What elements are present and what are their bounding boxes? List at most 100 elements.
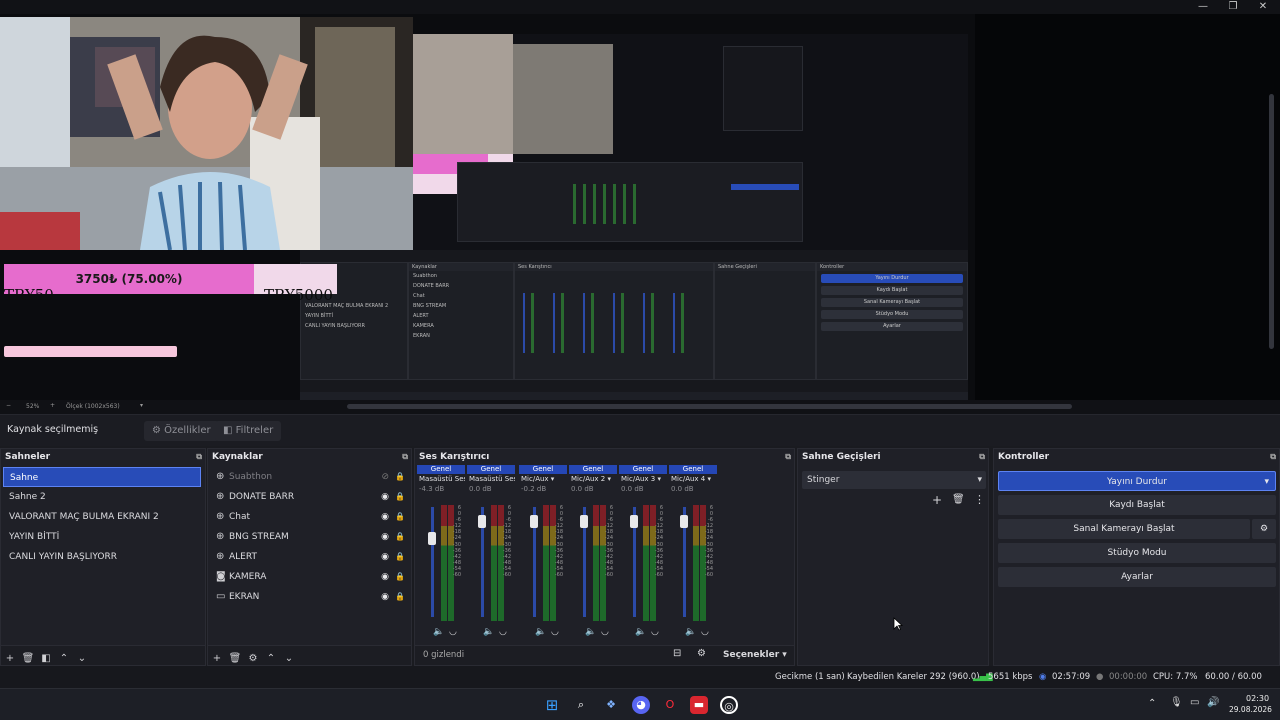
filters-button[interactable]: ◧ Filtreler (215, 421, 282, 441)
obs-icon[interactable]: ◎ (720, 696, 738, 714)
discord-icon[interactable]: ◕ (632, 696, 650, 714)
monitor-headphone-icon[interactable]: ◡ (499, 627, 507, 637)
search-icon[interactable]: ⌕ (572, 696, 590, 714)
undock-icon[interactable]: ⧉ (979, 449, 985, 465)
preview-scrollbar-vertical[interactable] (1269, 94, 1274, 349)
clock-date[interactable]: 29.08.2026 (1229, 705, 1272, 714)
studio-mode-button[interactable]: Stüdyo Modu (998, 543, 1276, 563)
scale-label[interactable]: Ölçek (1002x563) (66, 403, 120, 410)
undock-icon[interactable]: ⧉ (785, 449, 791, 465)
source-item-kamera[interactable]: ◙ KAMERA ◉ 🔒 (208, 567, 411, 587)
mute-icon[interactable]: 🔈 (635, 627, 646, 637)
monitor-headphone-icon[interactable]: ◡ (651, 627, 659, 637)
volume-slider-handle[interactable] (478, 515, 486, 528)
source-item-alert[interactable]: ⊕ ALERT ◉ 🔒 (208, 547, 411, 567)
channel-name[interactable]: Mic/Aux 2 ▾ (569, 474, 617, 485)
eye-icon[interactable]: ◉ (381, 567, 389, 587)
mute-icon[interactable]: 🔈 (685, 627, 696, 637)
eye-icon[interactable]: ◉ (381, 527, 389, 547)
transition-select[interactable]: Stinger ▾ (802, 471, 986, 489)
chevron-down-icon[interactable]: ▾ (140, 402, 143, 409)
monitor-headphone-icon[interactable]: ◡ (449, 627, 457, 637)
scene-item-sahne[interactable]: Sahne (3, 467, 201, 487)
more-options-icon[interactable]: ⋮ (974, 493, 985, 506)
mute-icon[interactable]: 🔈 (483, 627, 494, 637)
volume-slider-handle[interactable] (530, 515, 538, 528)
zoom-in-icon[interactable]: + (50, 402, 55, 409)
minimize-button[interactable]: — (1188, 0, 1218, 14)
virtual-camera-settings-icon[interactable]: ⚙ (1252, 519, 1276, 539)
volume-slider-handle[interactable] (580, 515, 588, 528)
start-virtual-camera-button[interactable]: Sanal Kamerayı Başlat (998, 519, 1250, 539)
channel-name[interactable]: Mic/Aux 3 ▾ (619, 474, 667, 485)
mouse-cursor (893, 617, 903, 631)
monitor-headphone-icon[interactable]: ◡ (601, 627, 609, 637)
tray-chevron-icon[interactable]: ⌃ (1148, 698, 1156, 709)
start-recording-button[interactable]: Kaydı Başlat (998, 495, 1276, 515)
scene-item-sahne-2[interactable]: Sahne 2 (3, 487, 201, 507)
mute-icon[interactable]: 🔈 (433, 627, 444, 637)
eye-icon[interactable]: ◉ (381, 587, 389, 607)
clock-time[interactable]: 02:30 (1246, 694, 1269, 703)
zoom-out-icon[interactable]: − (6, 402, 11, 409)
scene-item-canli-yayin[interactable]: CANLI YAYIN BAŞLIYORR (3, 547, 201, 567)
channel-name[interactable]: Masaüstü Ses ▾ (417, 474, 465, 485)
trash-icon[interactable]: 🗑 (952, 494, 965, 505)
windows-start-icon[interactable]: ⊞ (543, 696, 561, 714)
layout-icon[interactable]: ⊟ (673, 648, 681, 659)
mute-icon[interactable]: 🔈 (535, 627, 546, 637)
stop-stream-button[interactable]: Yayını Durdur ▾ (998, 471, 1276, 491)
app-red-icon[interactable]: ▬ (690, 696, 708, 714)
db-scale: 6 0 -6 -12 -18 -24 -30 -36 -42 -48 -54 -60 (497, 505, 511, 621)
opera-icon[interactable]: O (661, 696, 679, 714)
eye-icon[interactable]: ◉ (381, 507, 389, 527)
undock-icon[interactable]: ⧉ (196, 449, 202, 465)
maximize-button[interactable]: ❐ (1218, 0, 1248, 14)
microphone-icon[interactable]: 🎙 (1170, 697, 1183, 708)
advanced-audio-icon[interactable]: ⚙ (697, 648, 706, 659)
lock-icon[interactable]: 🔒 (395, 487, 405, 507)
channel-name[interactable]: Mic/Aux ▾ (519, 474, 567, 485)
lock-icon[interactable]: 🔒 (395, 547, 405, 567)
preview-area[interactable]: VALORANT MAÇ BULMA EKRANI 2 YAYIN BİTTİ … (0, 14, 1280, 400)
eye-icon[interactable]: ◉ (381, 547, 389, 567)
source-item-chat[interactable]: ⊕ Chat ◉ 🔒 (208, 507, 411, 527)
add-icon[interactable]: + (932, 493, 942, 507)
network-icon[interactable]: ▭ (1190, 697, 1199, 708)
channel-name[interactable]: Mic/Aux 4 ▾ (669, 474, 717, 485)
eye-hidden-icon[interactable]: ⊘ (381, 467, 389, 487)
program-canvas[interactable]: VALORANT MAÇ BULMA EKRANI 2 YAYIN BİTTİ … (0, 14, 975, 400)
volume-slider-handle[interactable] (428, 532, 436, 545)
options-button[interactable]: Seçenekler ▾ (723, 650, 787, 660)
source-item-suabthon[interactable]: ⊕ Suabthon ⊘ 🔒 (208, 467, 411, 487)
lock-icon[interactable]: 🔒 (395, 527, 405, 547)
volume-icon[interactable]: 🔊 (1207, 697, 1219, 708)
mute-icon[interactable]: 🔈 (585, 627, 596, 637)
channel-name[interactable]: Masaüstü Ses 2 ▾ (467, 474, 515, 485)
preview-scrollbar-horizontal[interactable] (347, 404, 1072, 409)
source-label: ALERT (229, 552, 257, 562)
source-item-ekran[interactable]: ▭ EKRAN ◉ 🔒 (208, 587, 411, 607)
lock-icon[interactable]: 🔒 (395, 467, 405, 487)
volume-slider-handle[interactable] (680, 515, 688, 528)
settings-button[interactable]: Ayarlar (998, 567, 1276, 587)
volume-slider-track[interactable] (431, 507, 434, 617)
volume-slider-handle[interactable] (630, 515, 638, 528)
properties-button[interactable]: ⚙ Özellikler (144, 421, 219, 441)
undock-icon[interactable]: ⧉ (1270, 449, 1276, 465)
source-item-bng-stream[interactable]: ⊕ BNG STREAM ◉ 🔒 (208, 527, 411, 547)
monitor-headphone-icon[interactable]: ◡ (701, 627, 709, 637)
close-button[interactable]: ✕ (1248, 0, 1278, 14)
eye-icon[interactable]: ◉ (381, 487, 389, 507)
scene-item-valorant[interactable]: VALORANT MAÇ BULMA EKRANI 2 (3, 507, 201, 527)
source-item-donate-barr[interactable]: ⊕ DONATE BARR ◉ 🔒 (208, 487, 411, 507)
lock-icon[interactable]: 🔒 (395, 507, 405, 527)
undock-icon[interactable]: ⧉ (402, 449, 408, 465)
scene-item-yayin-bitti[interactable]: YAYIN BİTTİ (3, 527, 201, 547)
monitor-headphone-icon[interactable]: ◡ (551, 627, 559, 637)
lock-icon[interactable]: 🔒 (395, 587, 405, 607)
copilot-icon[interactable]: ❖ (602, 696, 620, 714)
lock-icon[interactable]: 🔒 (395, 567, 405, 587)
channel-db: 0.0 dB (671, 485, 694, 493)
chevron-down-icon[interactable]: ▾ (1264, 472, 1269, 492)
